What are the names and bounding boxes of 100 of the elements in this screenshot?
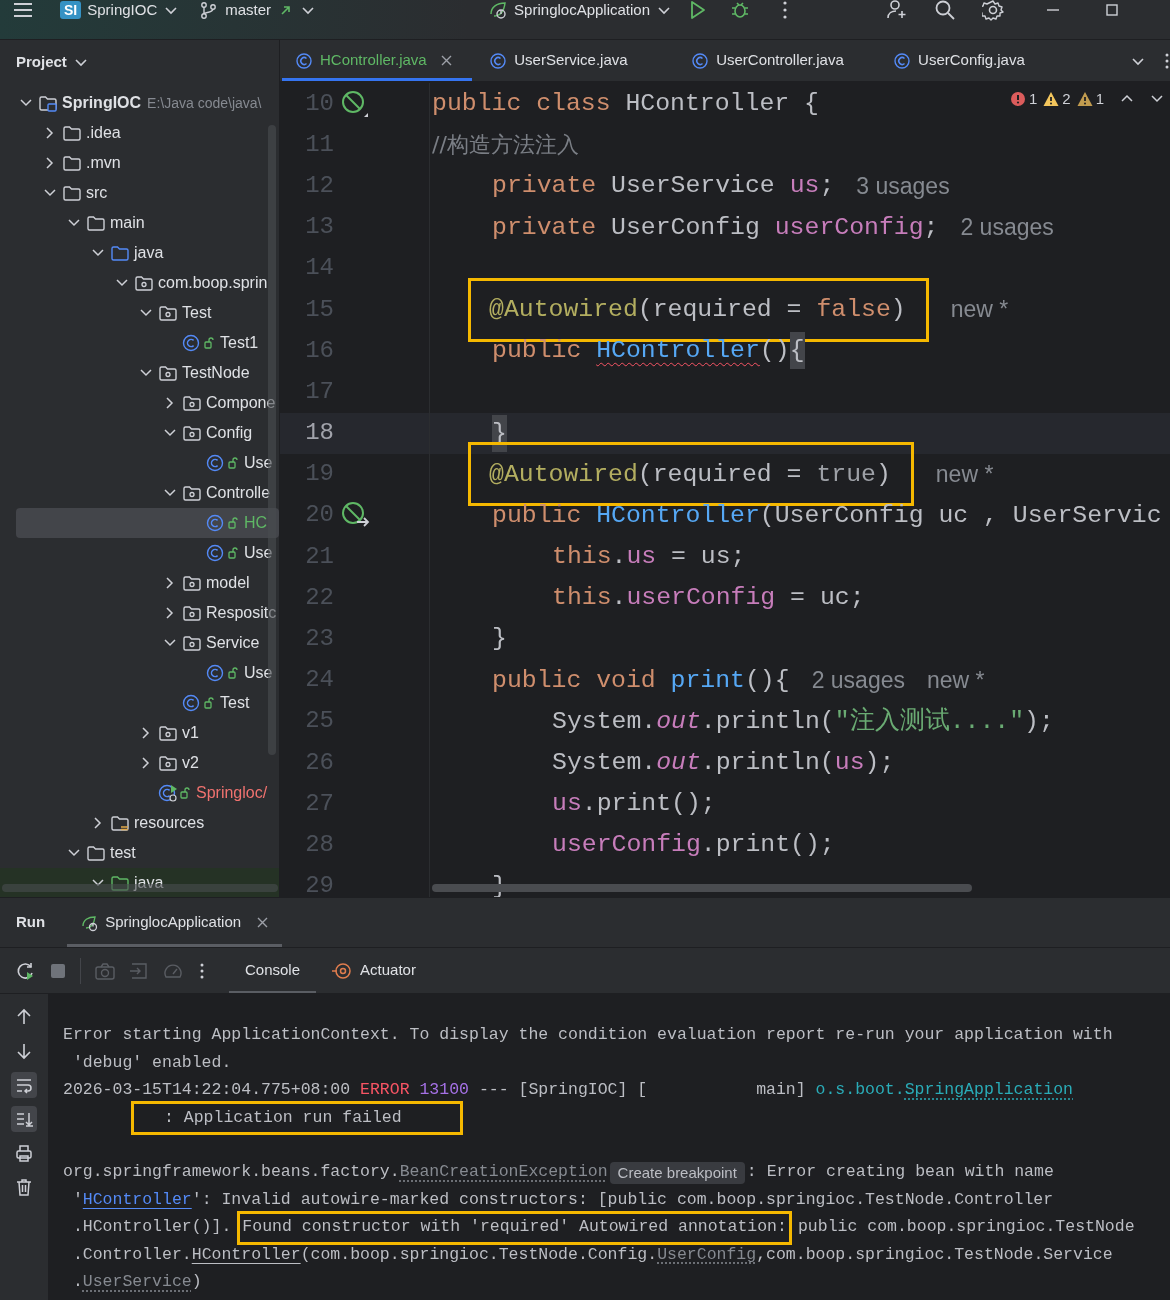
code-text: = us; (670, 541, 746, 573)
code-field: userConfig (774, 208, 924, 246)
tree-item[interactable]: test (0, 838, 279, 868)
console-text: .HController()]. (71, 1216, 232, 1239)
tree-item[interactable]: Test1 (0, 328, 279, 358)
code-string: "注入测试...." (834, 705, 1025, 737)
code-text: (){ (745, 664, 790, 696)
editor-tab[interactable]: UserConfig.java (880, 40, 1078, 81)
console-text: 2026-03-15T14:22:04.775+08:00 (63, 1079, 352, 1102)
tree-item[interactable]: Compone (0, 388, 279, 418)
code-text: .print(); (581, 788, 716, 820)
project-view-selector[interactable]: Project (16, 50, 89, 74)
view-tab[interactable]: Actuator (316, 948, 432, 993)
code-field: us (834, 744, 865, 782)
tree-item[interactable]: Config (0, 418, 279, 448)
create-breakpoint-button[interactable]: Create breakpoint (609, 1161, 745, 1184)
code-field: us (626, 538, 657, 576)
project-badge: SI (60, 1, 82, 19)
code-text: ) (875, 458, 891, 490)
code-keyword: public void (492, 664, 657, 696)
tree-item[interactable]: Use (0, 448, 279, 478)
code-text: UserConfig (611, 211, 761, 243)
console-text: --- [SpringIOC] [ main] (477, 1079, 807, 1102)
code-keyword: this (552, 541, 612, 573)
code-text: .println( (700, 747, 835, 778)
tree-item[interactable]: Service (0, 628, 279, 658)
run-tab[interactable]: SpringlocApplication (67, 898, 283, 947)
logger-link[interactable]: SpringApplication (904, 1078, 1073, 1104)
inlay-hint: 3 usages (856, 171, 950, 201)
code-keyword: true (816, 458, 876, 490)
tree-item[interactable]: v2 (0, 748, 279, 778)
code-field: out (656, 702, 701, 740)
tree-item[interactable]: v1 (0, 718, 279, 748)
tree-item[interactable]: SpringIOC E:\Java code\java\ (0, 88, 279, 118)
tree-item[interactable]: HC (16, 508, 279, 538)
tree-item[interactable]: Use (0, 538, 279, 568)
code-text: ); (1024, 705, 1054, 737)
code-text: UserService (611, 170, 776, 202)
editor-tab[interactable]: UserService.java (476, 40, 675, 81)
run-configuration-selector[interactable]: SpringlocApplication (488, 0, 673, 22)
tree-item[interactable]: com.boop.sprin (0, 268, 279, 298)
code-field: userConfig (626, 579, 776, 617)
console-text: : Error creating bean with name (746, 1161, 1054, 1184)
tree-item[interactable]: src (0, 178, 279, 208)
tree-item[interactable]: model (0, 568, 279, 598)
console-text: . (71, 1271, 83, 1294)
class-link[interactable]: BeanCreationException (399, 1160, 608, 1186)
tree-item[interactable]: Respositc (0, 598, 279, 628)
tree-item[interactable]: java (0, 868, 279, 897)
console-text: ': Invalid autowire-marked constructors: [public com.boop.springioc.TestNode.Controller (191, 1188, 1054, 1211)
code-text: ); (864, 747, 895, 778)
code-text: ; (819, 170, 835, 202)
code-link[interactable]: HController (191, 1242, 301, 1268)
logger-name[interactable]: o.s.boot. (815, 1078, 905, 1104)
editor-tab[interactable]: HController.java (282, 40, 473, 81)
tree-item[interactable]: java (0, 238, 279, 268)
inlay-hint: new * (950, 295, 1009, 325)
code-keyword: public (492, 499, 583, 531)
tree-item[interactable]: Test (0, 298, 279, 328)
code-text: .println( (700, 705, 835, 737)
branch-selector[interactable]: master (199, 0, 317, 22)
code-text: = uc; (789, 582, 865, 614)
code-keyword: private (492, 170, 598, 202)
code-text: (required = (637, 293, 803, 325)
console-text: Found constructor with 'required' Autowired annotation: (242, 1216, 787, 1239)
tree-item[interactable]: TestNode (0, 358, 279, 388)
code-text: (UserConfig uc , UserServic (759, 499, 1162, 531)
code-comment: //构造方法注入 (432, 131, 579, 160)
weak-warning-count[interactable]: 1 (1076, 88, 1104, 111)
bean-link[interactable]: HController (82, 1187, 192, 1213)
tree-item[interactable]: .idea (0, 118, 279, 148)
project-switcher[interactable]: SI SpringIOC (60, 0, 180, 22)
code-keyword: private (492, 211, 598, 243)
tree-item[interactable]: Test (0, 688, 279, 718)
tree-item[interactable]: main (0, 208, 279, 238)
tree-item[interactable]: resources (0, 808, 279, 838)
tree-item[interactable]: Use (0, 658, 279, 688)
code-text: . (611, 541, 627, 573)
console-text: public com.boop.springioc.TestNode (797, 1216, 1135, 1239)
inlay-hint: new * (927, 665, 985, 695)
code-text: HController { (625, 88, 819, 119)
code-text: System. (552, 747, 657, 778)
console-text: ) (191, 1271, 202, 1294)
class-link[interactable]: UserService (82, 1270, 192, 1296)
console-text: Error starting ApplicationContext. To display the condition evaluation report re-run your application with (63, 1024, 1113, 1047)
code-brace: { (789, 332, 805, 370)
class-link[interactable]: UserConfig (657, 1242, 757, 1268)
warning-count[interactable]: 2 (1043, 88, 1071, 111)
tree-item[interactable]: Springloc/ (0, 778, 279, 808)
code-field: us (789, 167, 820, 205)
editor-tab[interactable]: UserController.java (678, 40, 877, 81)
code-annotation: @Autowired (489, 458, 638, 490)
tree-item[interactable]: .mvn (0, 148, 279, 178)
code-method: HController (596, 499, 760, 531)
tree-item[interactable]: Controlle (0, 478, 279, 508)
inlay-hint: new * (935, 460, 994, 490)
error-count[interactable]: 1 (1009, 88, 1038, 111)
console-text: org.springframework.beans.factory. (63, 1161, 400, 1184)
inlay-hint: 2 usages (960, 212, 1054, 242)
code-text: ) (890, 293, 906, 325)
